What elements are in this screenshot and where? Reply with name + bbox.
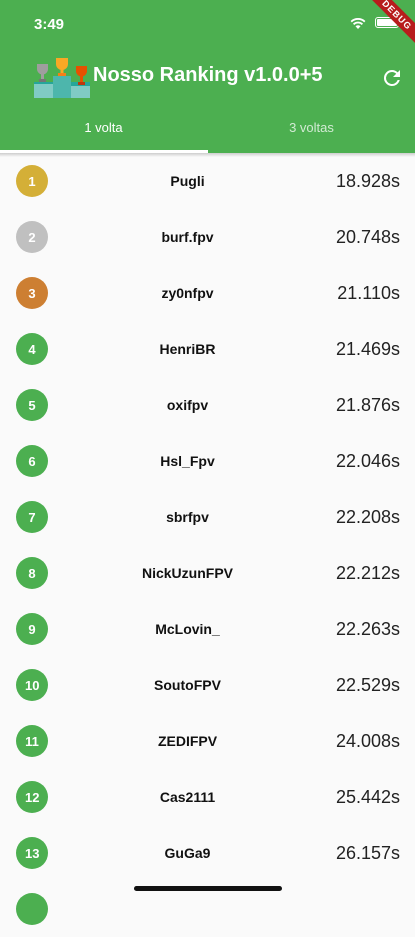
lap-time: 22.263s (335, 619, 400, 639)
lap-time: 21.876s (335, 395, 400, 415)
lap-time: 22.212s (335, 563, 400, 583)
home-indicator[interactable] (134, 886, 282, 891)
rank-badge: 1 (16, 165, 48, 197)
pilot-name: oxifpv (166, 397, 209, 413)
refresh-icon[interactable] (380, 66, 404, 90)
lap-time: 24.008s (335, 731, 400, 751)
ranking-row[interactable]: 8 NickUzunFPV 22.212s (0, 545, 415, 601)
ranking-row[interactable]: 2 burf.fpv 20.748s (0, 209, 415, 265)
ranking-row[interactable]: 12 Cas2111 25.442s (0, 769, 415, 825)
pilot-name: zy0nfpv (161, 285, 214, 301)
rank-badge: 10 (16, 669, 49, 701)
app-title: Nosso Ranking v1.0.0+5 (93, 64, 323, 86)
lap-time: 18.928s (335, 171, 400, 191)
rank-badge: 3 (16, 277, 48, 309)
status-bar: 3:49 (0, 0, 415, 46)
pilot-name: McLovin_ (155, 621, 220, 637)
tab-1-volta[interactable]: 1 volta (0, 104, 207, 153)
rank-badge: 9 (16, 613, 48, 645)
lap-time: 20.748s (335, 227, 400, 247)
lap-time: 22.046s (335, 451, 400, 471)
rank-badge (16, 893, 48, 925)
rank-badge: 7 (16, 501, 48, 533)
pilot-name: Hsl_Fpv (160, 453, 215, 469)
rank-badge: 6 (16, 445, 48, 477)
ranking-row[interactable]: 13 GuGa9 26.157s (0, 825, 415, 881)
pilot-name: burf.fpv (161, 229, 214, 245)
rank-badge: 4 (16, 333, 48, 365)
ranking-row[interactable]: 9 McLovin_ 22.263s (0, 601, 415, 657)
status-time: 3:49 (34, 16, 65, 33)
lap-time: 21.469s (335, 339, 400, 359)
pilot-name: NickUzunFPV (141, 565, 233, 581)
rank-badge: 12 (16, 781, 49, 813)
wifi-icon (350, 18, 366, 29)
ranking-row[interactable]: 1 Pugli 18.928s (0, 153, 415, 209)
ranking-row[interactable]: 5 oxifpv 21.876s (0, 377, 415, 433)
pilot-name: Cas2111 (159, 789, 216, 805)
pilot-name: SoutoFPV (154, 677, 221, 693)
tab-3-voltas[interactable]: 3 voltas (208, 104, 415, 153)
ranking-row[interactable]: 3 zy0nfpv 21.110s (0, 265, 415, 321)
pilot-name: Pugli (170, 173, 205, 189)
pilot-name: HenriBR (159, 341, 216, 357)
rank-badge: 8 (16, 557, 48, 589)
pilot-name: GuGa9 (164, 845, 211, 861)
ranking-row[interactable]: 6 Hsl_Fpv 22.046s (0, 433, 415, 489)
pilot-name: ZEDIFPV (157, 733, 218, 749)
lap-time: 26.157s (335, 843, 400, 863)
lap-time: 25.442s (335, 787, 400, 807)
ranking-row[interactable]: 4 HenriBR 21.469s (0, 321, 415, 377)
rank-badge: 13 (16, 837, 49, 869)
trophy-podium-icon (34, 58, 90, 98)
pilot-name: sbrfpv (166, 509, 209, 525)
app-bar: 3:49 DEBUG Nosso Ranking v1.0.0+5 1 volt… (0, 0, 415, 153)
ranking-row[interactable]: 7 sbrfpv 22.208s (0, 489, 415, 545)
rank-badge: 2 (16, 221, 48, 253)
ranking-row[interactable]: 10 SoutoFPV 22.529s (0, 657, 415, 713)
lap-time: 21.110s (337, 283, 400, 303)
ranking-row[interactable]: 11 ZEDIFPV 24.008s (0, 713, 415, 769)
lap-time: 22.529s (335, 675, 400, 695)
rank-badge: 11 (16, 725, 48, 757)
rank-badge: 5 (16, 389, 48, 421)
lap-time: 22.208s (335, 507, 400, 527)
